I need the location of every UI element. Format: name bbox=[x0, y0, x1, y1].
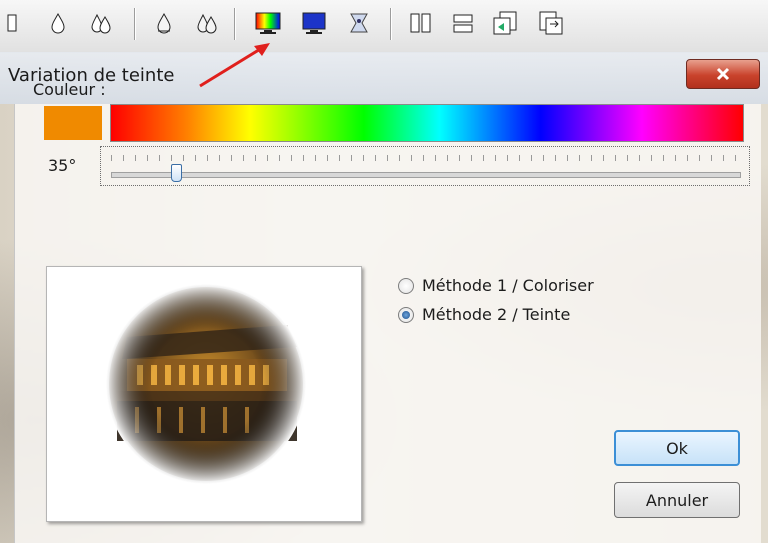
preview-image bbox=[106, 284, 306, 484]
method2-option[interactable]: Méthode 2 / Teinte bbox=[398, 305, 570, 324]
method2-radio[interactable] bbox=[398, 306, 414, 323]
align-icon[interactable] bbox=[448, 6, 478, 40]
slider-thumb[interactable] bbox=[171, 164, 182, 182]
angle-value: 35° bbox=[48, 156, 77, 175]
drop-outline-icon[interactable] bbox=[150, 6, 178, 40]
slider-track bbox=[111, 172, 741, 178]
method1-label: Méthode 1 / Coloriser bbox=[422, 276, 594, 295]
copy-icon[interactable] bbox=[488, 6, 522, 40]
toolbar-separator bbox=[390, 8, 391, 40]
hue-variation-icon[interactable] bbox=[250, 6, 286, 40]
color-swatch bbox=[44, 106, 102, 140]
toolbar-separator bbox=[134, 8, 135, 40]
sparkle-icon[interactable] bbox=[344, 6, 374, 40]
title-bar: Variation de teinte bbox=[0, 52, 768, 104]
drops-outline-icon[interactable] bbox=[192, 6, 222, 40]
slider-ticks bbox=[111, 155, 739, 161]
toolbar-separator bbox=[234, 8, 235, 40]
method1-option[interactable]: Méthode 1 / Coloriser bbox=[398, 276, 594, 295]
drop-icon[interactable] bbox=[44, 6, 72, 40]
toolbar bbox=[0, 0, 768, 53]
color-label: Couleur : bbox=[33, 80, 106, 99]
blue-monitor-icon[interactable] bbox=[298, 6, 330, 40]
method1-radio[interactable] bbox=[398, 277, 414, 294]
preview-panel bbox=[46, 266, 362, 522]
split-page-icon[interactable] bbox=[406, 6, 436, 40]
ok-button[interactable]: Ok bbox=[614, 430, 740, 466]
hue-slider[interactable] bbox=[100, 146, 750, 186]
close-icon bbox=[716, 67, 730, 81]
method2-label: Méthode 2 / Teinte bbox=[422, 305, 571, 324]
hue-spectrum-bar[interactable] bbox=[110, 104, 744, 142]
page-icon[interactable] bbox=[2, 6, 22, 40]
export-icon[interactable] bbox=[534, 6, 568, 40]
drops-icon[interactable] bbox=[86, 6, 116, 40]
cancel-button[interactable]: Annuler bbox=[614, 482, 740, 518]
close-button[interactable] bbox=[686, 59, 760, 89]
